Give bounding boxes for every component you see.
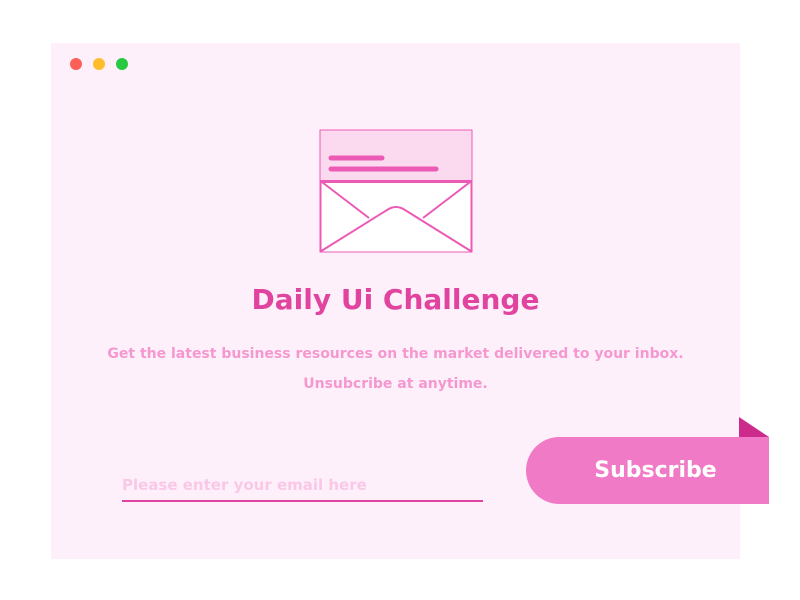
email-input[interactable]: [122, 470, 483, 502]
ribbon-fold: [739, 417, 769, 437]
window-controls: [70, 58, 128, 70]
envelope-icon: [319, 129, 473, 253]
close-window-button[interactable]: [70, 58, 82, 70]
minimize-window-button[interactable]: [93, 58, 105, 70]
subscribe-button[interactable]: Subscribe: [526, 437, 769, 504]
page-title: Daily Ui Challenge: [251, 283, 540, 316]
description-line-1: Get the latest business resources on the…: [107, 346, 684, 362]
zoom-window-button[interactable]: [116, 58, 128, 70]
description-line-2: Unsubcribe at anytime.: [303, 376, 488, 392]
